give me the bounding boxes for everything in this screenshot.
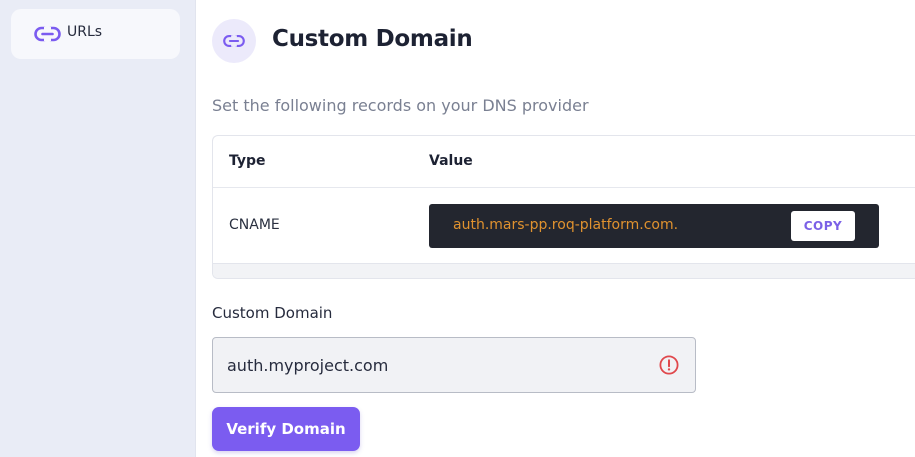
sidebar: URLs xyxy=(0,0,196,457)
copy-button[interactable]: COPY xyxy=(791,211,855,241)
record-value-text: auth.mars-pp.roq-platform.com. xyxy=(453,217,679,233)
sidebar-item-urls[interactable]: URLs xyxy=(11,9,180,59)
record-value-box: auth.mars-pp.roq-platform.com. COPY xyxy=(429,204,879,248)
table-footer xyxy=(213,263,915,278)
verify-domain-button[interactable]: Verify Domain xyxy=(212,407,360,451)
error-icon xyxy=(659,355,679,375)
custom-domain-input[interactable]: auth.myproject.com xyxy=(212,337,696,393)
main-content: Custom Domain Set the following records … xyxy=(197,0,915,457)
custom-domain-value: auth.myproject.com xyxy=(227,356,389,375)
record-type-cell: CNAME xyxy=(229,217,280,233)
sidebar-item-label: URLs xyxy=(67,24,103,40)
header-divider xyxy=(213,187,915,188)
link-icon xyxy=(34,25,61,43)
page-title: Custom Domain xyxy=(272,26,473,52)
custom-domain-label: Custom Domain xyxy=(212,304,333,322)
instructions-text: Set the following records on your DNS pr… xyxy=(212,96,589,115)
title-icon-badge xyxy=(212,19,256,63)
column-header-type: Type xyxy=(229,153,266,169)
column-header-value: Value xyxy=(429,153,473,169)
link-icon xyxy=(223,35,245,47)
dns-records-table: Type Value CNAME auth.mars-pp.roq-platfo… xyxy=(212,135,915,279)
